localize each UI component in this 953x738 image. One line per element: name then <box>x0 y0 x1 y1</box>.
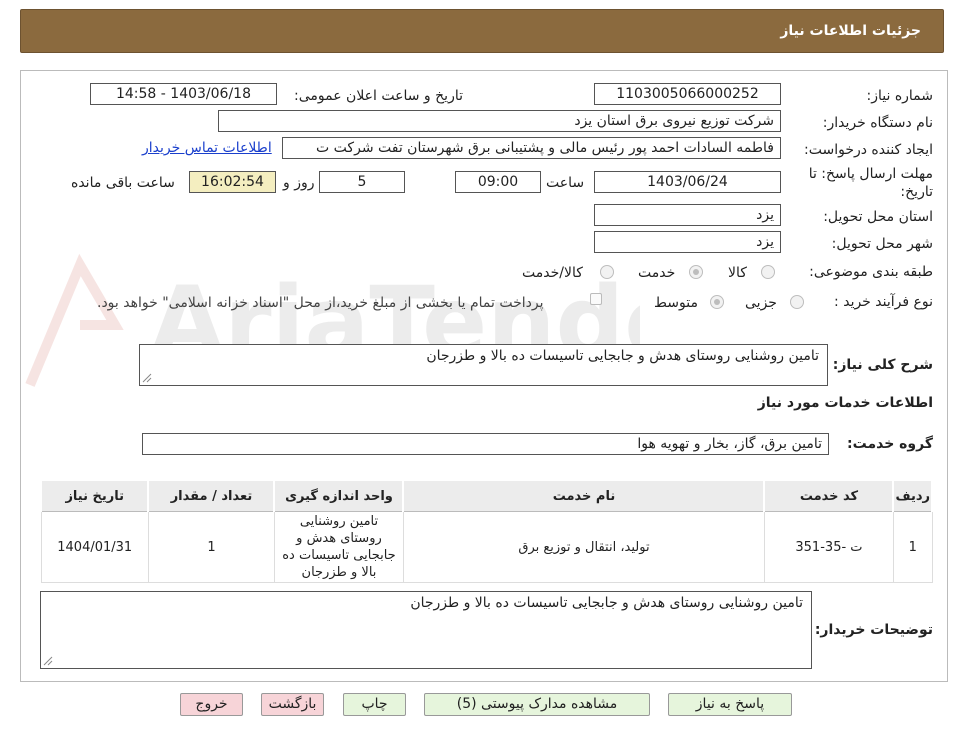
category-goods-service-radio[interactable] <box>600 265 614 279</box>
page-title: جزئیات اطلاعات نیاز <box>780 23 921 39</box>
buyer-notes-text: تامین روشنایی روستای هدش و جابجایی تاسیس… <box>410 595 803 611</box>
deadline-time-field: 09:00 <box>455 171 541 193</box>
province-field: یزد <box>594 204 781 226</box>
view-attachments-button[interactable]: مشاهده مدارک پیوستی (5) <box>424 693 650 716</box>
cell-service-code: ت -35-351 <box>763 511 894 583</box>
process-label: نوع فرآیند خرید : <box>834 294 933 310</box>
cell-quantity: 1 <box>147 511 275 583</box>
col-header-need-date: تاریخ نیاز <box>39 479 150 512</box>
col-header-service-code: کد خدمت <box>763 479 895 512</box>
remaining-label: ساعت باقی مانده <box>71 175 175 191</box>
resize-grip-icon[interactable] <box>43 656 53 666</box>
process-minor-radio[interactable] <box>790 295 804 309</box>
cell-need-date: 1404/01/31 <box>40 511 149 583</box>
city-label: شهر محل تحویل: <box>831 236 933 252</box>
process-medium-label: متوسط <box>654 295 698 311</box>
days-label: روز و <box>283 175 315 191</box>
summary-label: شرح کلی نیاز: <box>832 357 933 373</box>
cell-unit: تامین روشنایی روستای هدش و جابجایی تاسیس… <box>273 511 404 583</box>
remaining-time-field: 16:02:54 <box>189 171 276 193</box>
reply-button[interactable]: پاسخ به نیاز <box>668 693 792 716</box>
page-header: جزئیات اطلاعات نیاز <box>20 9 944 53</box>
col-header-unit: واحد اندازه گیری <box>273 479 405 512</box>
category-goods-service-label: کالا/خدمت <box>522 265 583 281</box>
province-label: استان محل تحویل: <box>823 209 933 225</box>
category-service-radio[interactable] <box>689 265 703 279</box>
print-button[interactable]: چاپ <box>343 693 406 716</box>
col-header-quantity: تعداد / مقدار <box>147 479 276 512</box>
treasury-payment-checkbox[interactable] <box>590 293 602 305</box>
summary-text: تامین روشنایی روستای هدش و جابجایی تاسیس… <box>426 348 819 364</box>
city-field: یزد <box>594 231 781 253</box>
cell-row-number: 1 <box>892 511 933 583</box>
announce-label: تاریخ و ساعت اعلان عمومی: <box>294 88 463 104</box>
buyer-notes-label: توضیحات خریدار: <box>814 622 933 638</box>
process-medium-radio[interactable] <box>710 295 724 309</box>
deadline-date-field: 1403/06/24 <box>594 171 781 193</box>
service-group-field: تامین برق، گاز، بخار و تهویه هوا <box>142 433 829 455</box>
deadline-time-label: ساعت <box>546 175 585 191</box>
process-minor-label: جزیی <box>745 295 777 311</box>
announce-field: 1403/06/18 - 14:58 <box>90 83 277 105</box>
exit-button[interactable]: خروج <box>180 693 243 716</box>
resize-grip-icon[interactable] <box>142 373 152 383</box>
services-section-title: اطلاعات خدمات مورد نیاز <box>757 395 933 411</box>
treasury-payment-note: پرداخت تمام یا بخشی از مبلغ خرید،از محل … <box>97 295 544 311</box>
remaining-days-field: 5 <box>319 171 405 193</box>
buyer-org-field: شرکت توزیع نیروی برق استان یزد <box>218 110 781 132</box>
buyer-contact-link[interactable]: اطلاعات تماس خریدار <box>142 140 272 156</box>
need-number-field: 1103005066000252 <box>594 83 781 105</box>
service-group-label: گروه خدمت: <box>847 436 933 452</box>
summary-textarea[interactable]: تامین روشنایی روستای هدش و جابجایی تاسیس… <box>139 344 828 386</box>
cell-service-name: تولید، انتقال و توزیع برق <box>402 511 765 583</box>
category-label: طبقه بندی موضوعی: <box>809 264 933 280</box>
table-header-row: ردیف کد خدمت نام خدمت واحد اندازه گیری ت… <box>39 479 933 512</box>
col-header-service-name: نام خدمت <box>402 479 766 512</box>
deadline-label: مهلت ارسال پاسخ: تا <box>808 166 933 182</box>
category-goods-radio[interactable] <box>761 265 775 279</box>
category-service-label: خدمت <box>638 265 676 281</box>
services-table: ردیف کد خدمت نام خدمت واحد اندازه گیری ت… <box>39 479 933 583</box>
buyer-org-label: نام دستگاه خریدار: <box>822 115 933 131</box>
buyer-notes-textarea[interactable]: تامین روشنایی روستای هدش و جابجایی تاسیس… <box>40 591 812 669</box>
back-button[interactable]: بازگشت <box>261 693 324 716</box>
deadline-label-2: تاریخ: <box>900 184 933 200</box>
creator-label: ایجاد کننده درخواست: <box>804 142 933 158</box>
category-goods-label: کالا <box>728 265 747 281</box>
need-number-label: شماره نیاز: <box>866 88 934 104</box>
table-row: 1 ت -35-351 تولید، انتقال و توزیع برق تا… <box>40 511 933 583</box>
col-header-row-number: ردیف <box>892 479 933 512</box>
creator-field: فاطمه السادات احمد پور رئیس مالی و پشتیب… <box>282 137 781 159</box>
